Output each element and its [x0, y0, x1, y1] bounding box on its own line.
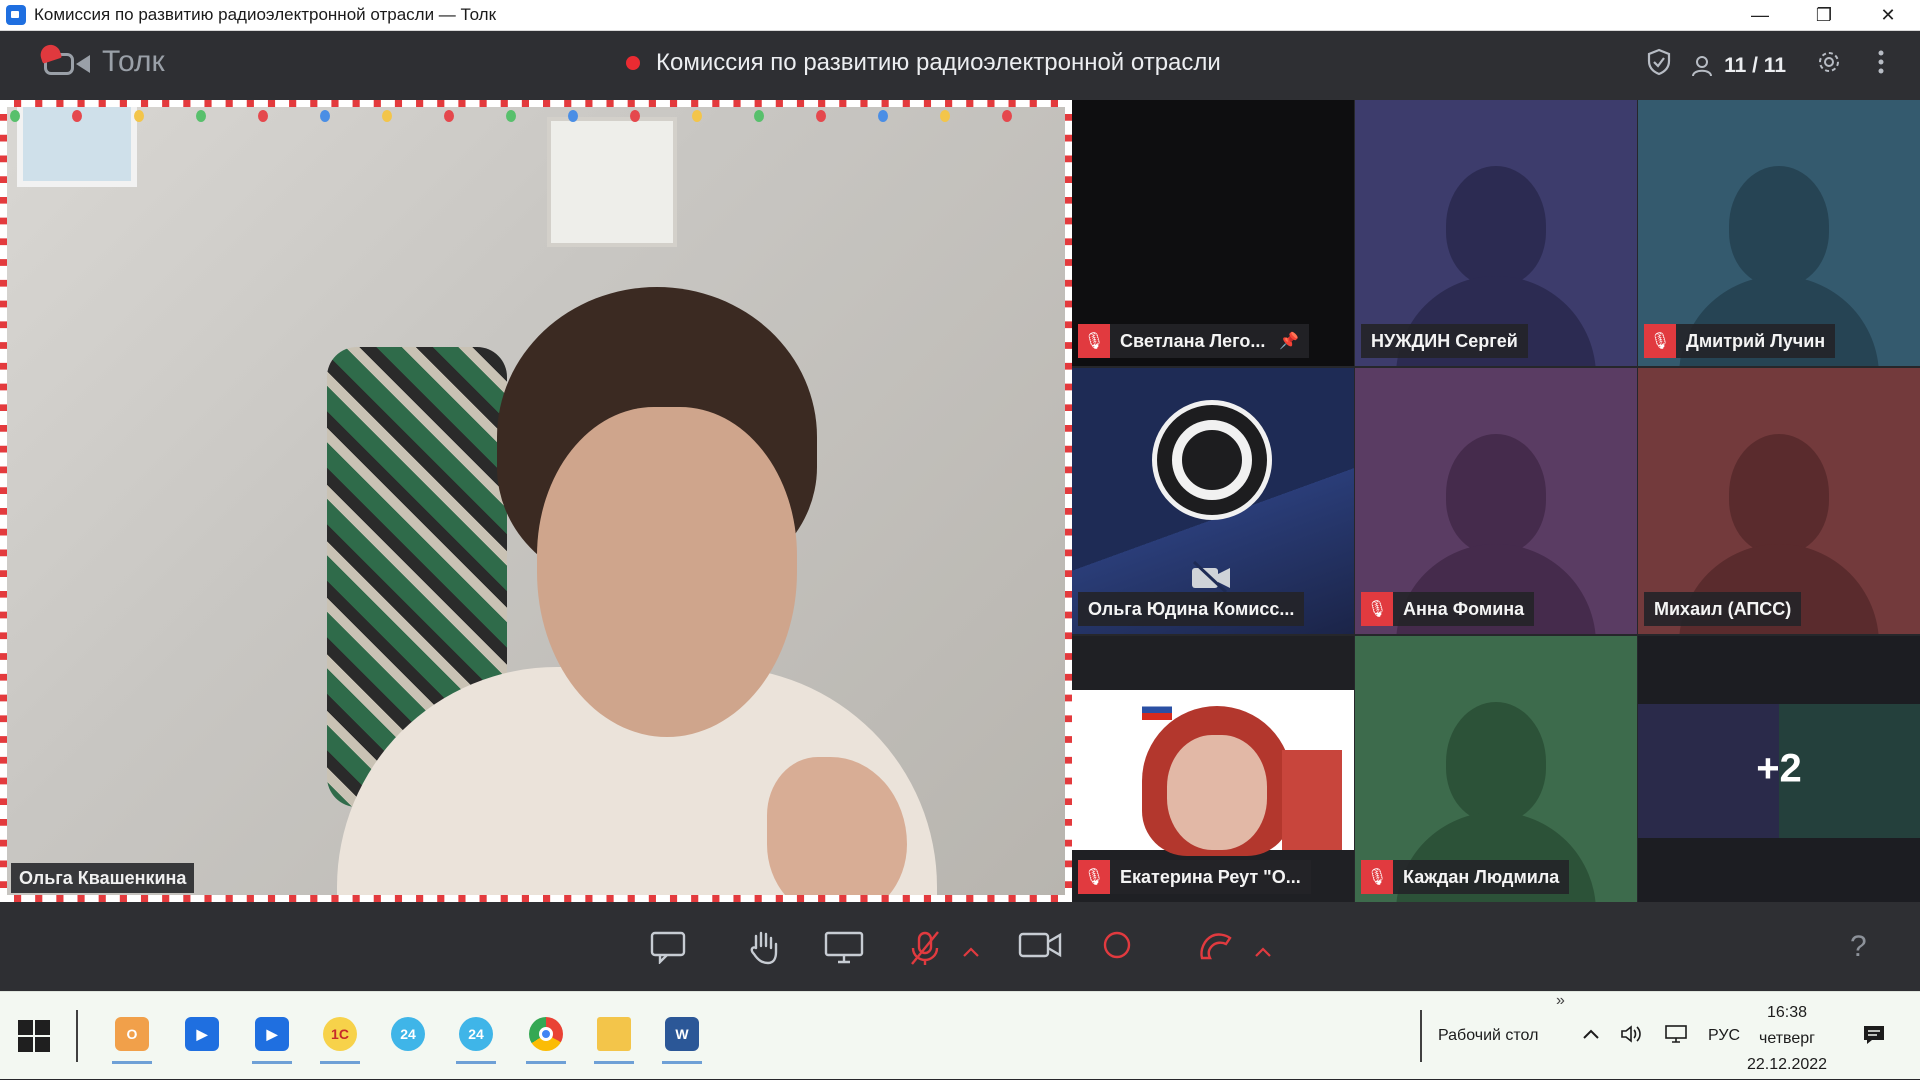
mic-muted-icon: 🎙 [1361, 592, 1393, 626]
participant-video [1072, 690, 1354, 856]
participant-tile[interactable]: 🎙 Екатерина Реут "О... [1072, 636, 1354, 902]
participants-icon [1692, 55, 1713, 76]
participant-name: Ольга Юдина Комисс... [1088, 598, 1295, 619]
restore-button[interactable]: ❐ [1792, 0, 1856, 31]
participant-tile[interactable]: НУЖДИН Сергей [1355, 100, 1637, 366]
taskbar-separator [76, 1010, 78, 1062]
desktop-toolbar-label[interactable]: Рабочий стол [1438, 992, 1538, 1080]
participants-count: 11 / 11 [1724, 53, 1786, 77]
mic-options-chevron-up-icon[interactable] [962, 935, 980, 969]
mic-muted-icon: 🎙 [1078, 324, 1110, 358]
participant-name: Каждан Людмила [1403, 866, 1560, 887]
mic-muted-icon: 🎙 [1078, 860, 1110, 894]
os-taskbar: O ▶ ▶ 1С 24 24 W » Рабочий стол РУС 16:3… [0, 991, 1920, 1079]
garland-lights [10, 110, 1012, 122]
app-header: Толк Комиссия по развитию радиоэлектронн… [0, 31, 1920, 100]
recording-indicator-icon [626, 56, 640, 70]
pin-icon[interactable]: 📌 [1279, 331, 1299, 351]
app-logo: Толк [38, 42, 165, 79]
participant-name: Светлана Лего... [1120, 330, 1266, 351]
meeting-title-text: Комиссия по развитию радиоэлектронной от… [656, 49, 1221, 76]
participant-tile[interactable]: Михаил (АПСС) [1638, 368, 1920, 634]
main-speaker-name: Ольга Квашенкина [11, 863, 195, 893]
end-call-icon[interactable] [1196, 930, 1236, 972]
tray-chevron-up-icon[interactable] [1582, 1027, 1600, 1045]
participant-name: Михаил (АПСС) [1654, 598, 1792, 619]
mic-muted-icon: 🎙 [1361, 860, 1393, 894]
settings-gear-icon[interactable] [1816, 49, 1842, 82]
clock-date: 22.12.2022 [1746, 1056, 1828, 1073]
participants-button[interactable]: 11 / 11 [1690, 54, 1786, 78]
chat-icon[interactable] [650, 930, 686, 972]
meeting-title: Комиссия по развитию радиоэлектронной от… [626, 49, 1221, 77]
taskbar-file-explorer-icon[interactable] [586, 1004, 642, 1064]
call-toolbar: ? [0, 902, 1920, 991]
speaker-person [297, 287, 937, 895]
close-button[interactable]: ✕ [1856, 0, 1920, 31]
more-participants-tile[interactable]: +2 [1638, 636, 1920, 902]
camera-icon[interactable] [1018, 930, 1062, 968]
system-tray: РУС [1582, 992, 1740, 1080]
participant-name: Дмитрий Лучин [1686, 330, 1826, 351]
more-menu-icon[interactable] [1878, 50, 1884, 81]
desktop-label-text: Рабочий стол [1438, 1027, 1539, 1044]
app-icon [6, 5, 26, 25]
participant-name: Екатерина Реут "О... [1120, 866, 1301, 887]
obs-logo-icon [1152, 400, 1272, 520]
window-controls: — ❐ ✕ [1728, 0, 1920, 31]
participant-name: НУЖДИН Сергей [1371, 330, 1518, 351]
participants-grid: 🎙 Светлана Лего... 📌 НУЖДИН Сергей 🎙 Дми… [1072, 100, 1920, 902]
participant-tile[interactable]: Ольга Юдина Комисс... [1072, 368, 1354, 634]
taskbar-bitrix24-icon[interactable]: 24 [380, 1004, 436, 1064]
taskbar-bitrix24-second-icon[interactable]: 24 [448, 1004, 504, 1064]
raise-hand-icon[interactable] [746, 930, 782, 974]
network-icon[interactable] [1664, 1024, 1688, 1049]
participant-tile[interactable]: 🎙 Дмитрий Лучин [1638, 100, 1920, 366]
header-actions: 11 / 11 [1628, 31, 1920, 100]
main-speaker-video[interactable]: Ольга Квашенкина [0, 100, 1072, 902]
screen-share-icon[interactable] [824, 930, 864, 972]
taskbar-1c-icon[interactable]: 1С [312, 1004, 368, 1064]
record-icon[interactable] [1102, 930, 1132, 968]
participant-tile[interactable]: 🎙 Анна Фомина [1355, 368, 1637, 634]
taskbar-tolk-icon[interactable]: ▶ [174, 1004, 230, 1064]
wall-certificate [547, 117, 677, 247]
participant-tile[interactable]: 🎙 Светлана Лего... 📌 [1072, 100, 1354, 366]
taskbar-separator [1420, 1010, 1422, 1062]
taskbar-word-icon[interactable]: W [654, 1004, 710, 1064]
notifications-icon[interactable] [1862, 1024, 1886, 1051]
volume-icon[interactable] [1620, 1024, 1644, 1049]
participant-name: Анна Фомина [1403, 598, 1525, 619]
mic-muted-icon: 🎙 [1644, 324, 1676, 358]
toolbar-expand-icon[interactable]: » [1556, 992, 1565, 1010]
help-button[interactable]: ? [1850, 930, 1867, 964]
system-clock[interactable]: 16:38 четверг 22.12.2022 [1732, 1000, 1842, 1078]
taskbar-chrome-icon[interactable] [518, 1004, 574, 1064]
clock-weekday: четверг [1759, 1030, 1815, 1047]
app-name: Толк [102, 45, 165, 78]
microphone-muted-icon[interactable] [908, 930, 942, 974]
clock-time: 16:38 [1766, 1004, 1808, 1021]
taskbar-tolk-active-icon[interactable]: ▶ [244, 1004, 300, 1064]
call-options-chevron-up-icon[interactable] [1254, 935, 1272, 969]
window-titlebar: Комиссия по развитию радиоэлектронной от… [0, 0, 1920, 31]
logo-camera-icon [38, 42, 94, 79]
minimize-button[interactable]: — [1728, 0, 1792, 31]
window-title: Комиссия по развитию радиоэлектронной от… [34, 5, 497, 24]
more-participants-count: +2 [1756, 746, 1802, 791]
participant-tile[interactable]: 🎙 Каждан Людмила [1355, 636, 1637, 902]
windows-start-icon[interactable] [18, 1020, 50, 1052]
taskbar-outlook-icon[interactable]: O [104, 1004, 160, 1064]
security-shield-icon[interactable] [1646, 48, 1672, 83]
